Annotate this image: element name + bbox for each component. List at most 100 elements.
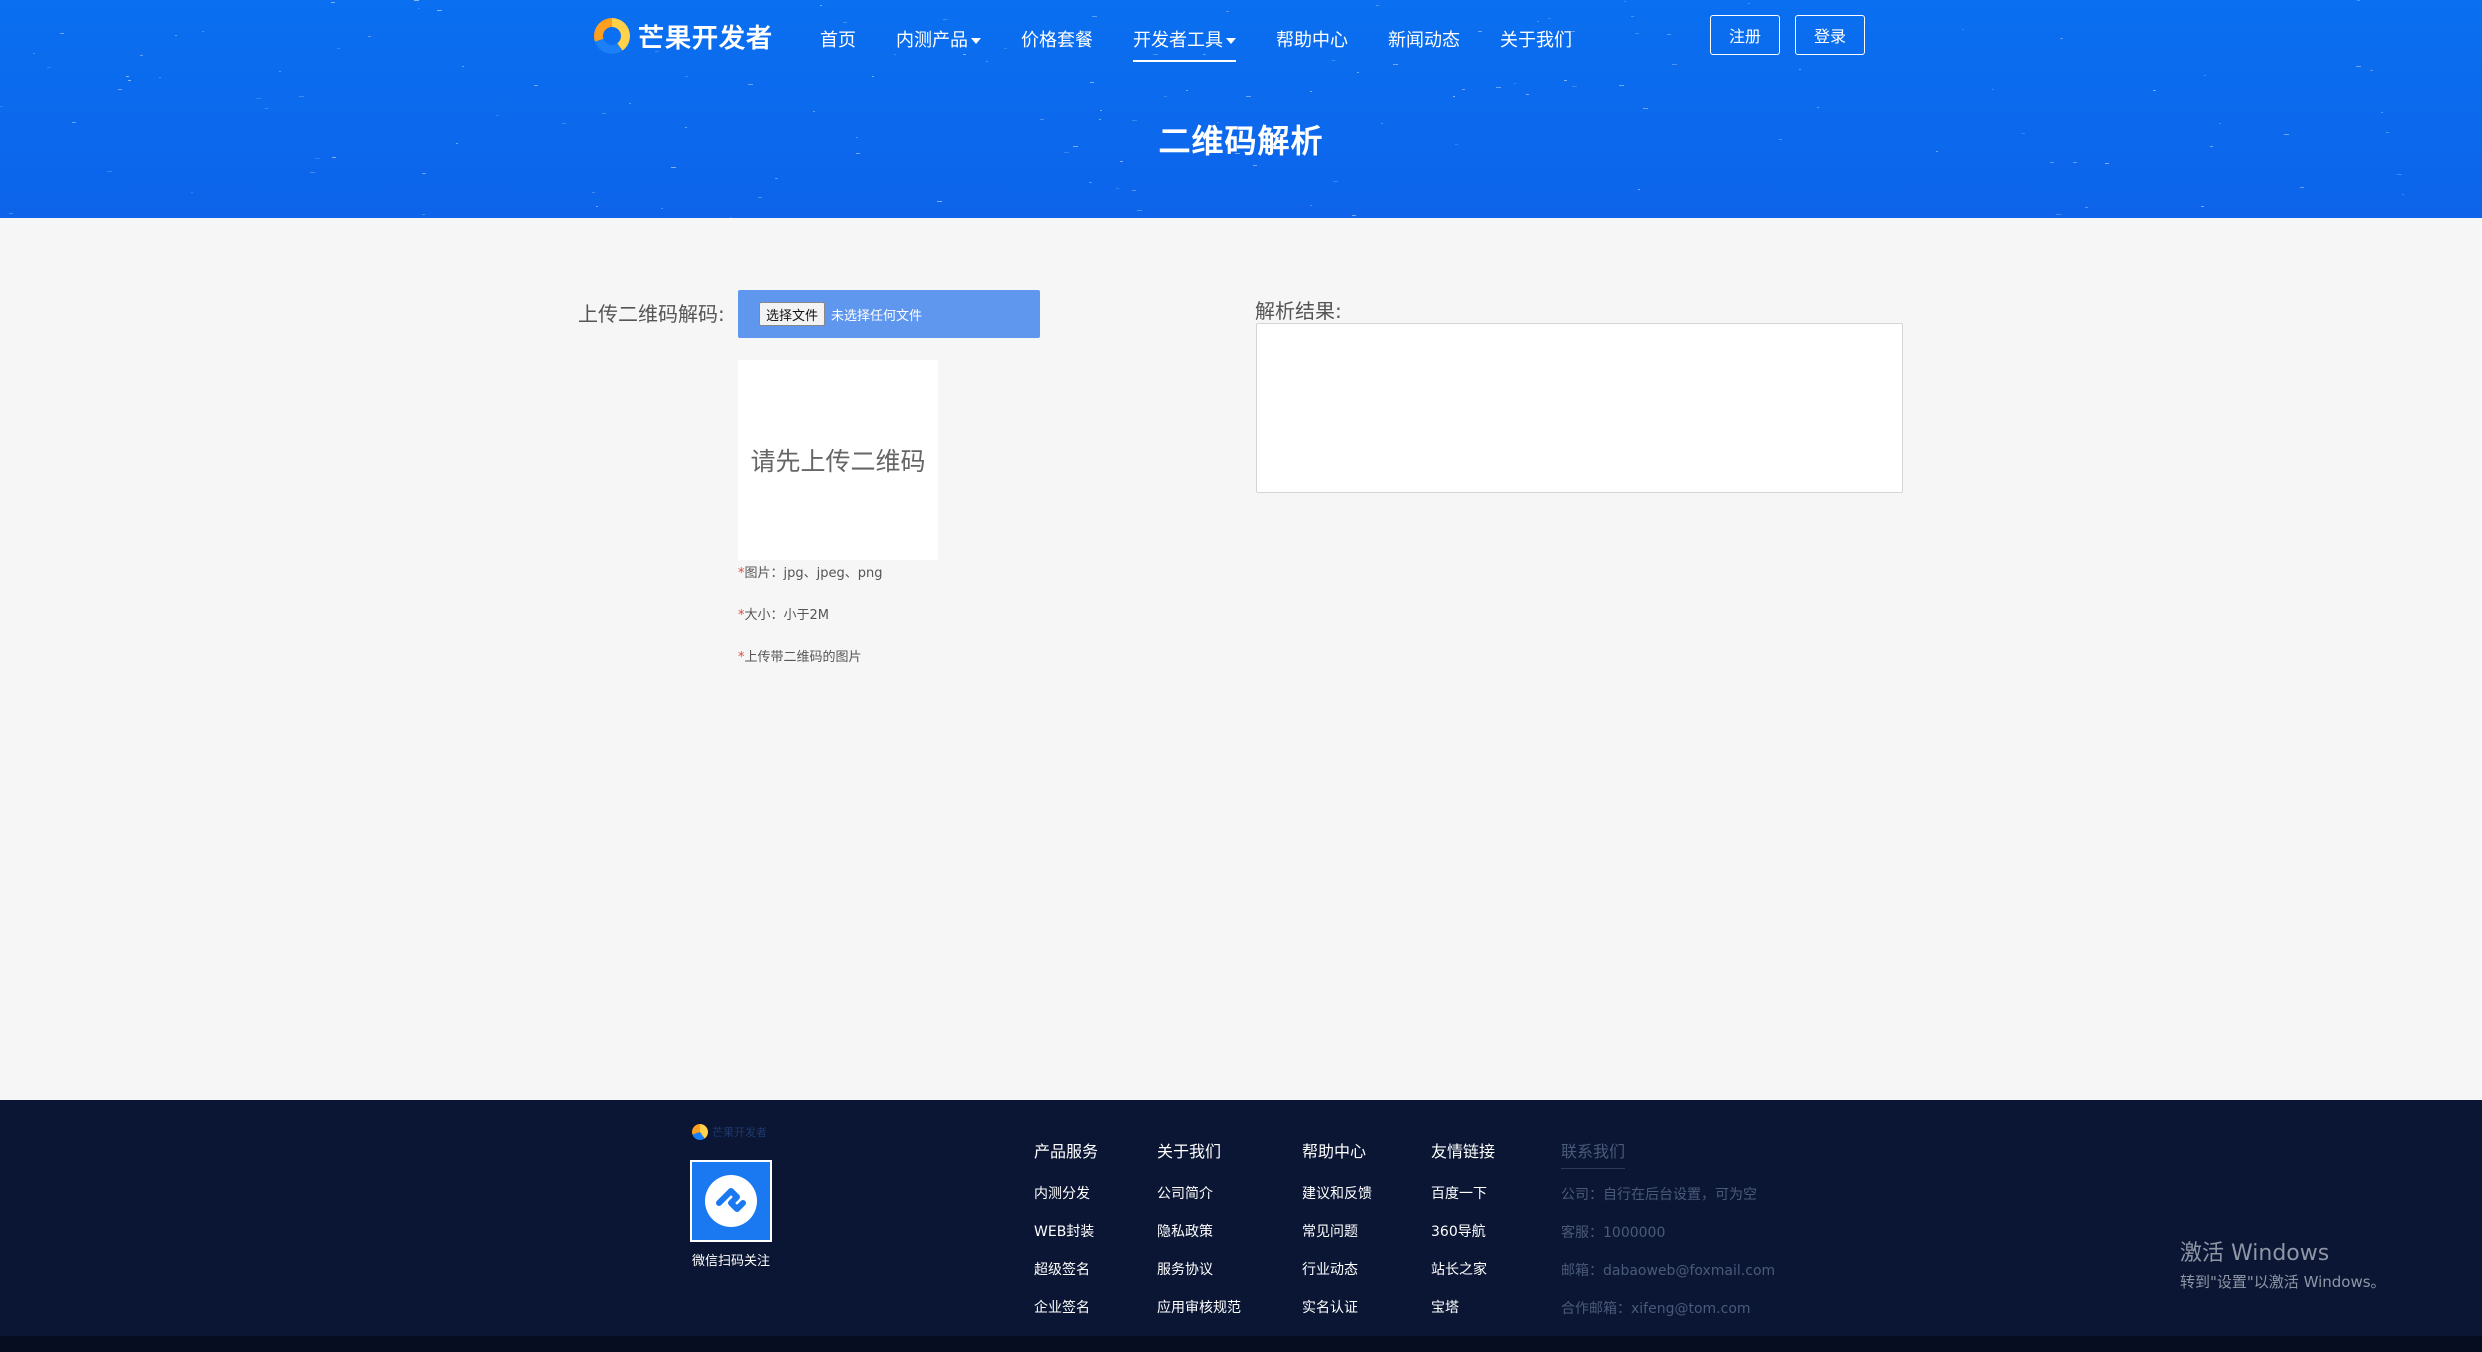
nav-item[interactable]: 价格套餐 [1021,20,1093,58]
footer-link[interactable]: 常见问题 [1302,1224,1372,1262]
footer-link[interactable]: 公司简介 [1157,1186,1241,1224]
upload-label: 上传二维码解码: [578,302,725,326]
register-button[interactable]: 注册 [1710,15,1781,55]
speckle [1453,96,1455,97]
speckle [1100,110,1102,111]
note-size: *大小：小于2M [738,604,829,623]
watermark-subtitle: 转到"设置"以激活 Windows。 [2180,1273,2386,1291]
mango-logo-icon [692,1124,708,1140]
footer-link[interactable]: 服务协议 [1157,1262,1241,1300]
footer-link[interactable]: 企业签名 [1034,1300,1098,1338]
speckle [1638,189,1640,190]
speckle [422,173,426,174]
speckle [2381,112,2383,113]
speckle [1310,205,1312,206]
file-upload-bar[interactable]: 选择文件 未选择任何文件 [738,290,1040,338]
preview-placeholder: 请先上传二维码 [750,447,926,476]
footer-link[interactable]: 百度一下 [1431,1186,1495,1224]
speckle [265,108,268,109]
speckle [2050,162,2054,163]
speckle [596,206,598,207]
contact-line: 客服：1000000 [1561,1225,1666,1241]
nav-item-label: 关于我们 [1500,30,1572,51]
footer-column-title: 友情链接 [1431,1142,1496,1161]
speckle [1253,165,1257,166]
speckle [775,178,778,179]
note-formats: *图片：jpg、jpeg、png [738,562,882,581]
speckle [0,106,3,107]
footer-column-title: 产品服务 [1034,1142,1099,1161]
contact-line: 公司：自行在后台设置，可为空 [1561,1187,1757,1203]
footer-link[interactable]: 行业动态 [1302,1262,1372,1300]
footer-bottom-strip [0,1336,2482,1352]
choose-file-button[interactable]: 选择文件 [759,302,826,326]
footer-link[interactable]: 站长之家 [1431,1262,1495,1300]
page-title: 二维码解析 [1158,122,1324,160]
caret-down-icon [971,38,981,44]
header-hero: 芒果开发者 首页 内测产品 价格套餐 开发者工具 帮助中心 新闻动态 关于我们 注册 登录 … [0,0,2482,218]
speckle [661,208,663,209]
speckle [1514,83,1516,84]
speckle [534,85,538,86]
speckle [1817,107,1819,108]
speckle [299,96,304,97]
speckle [602,113,606,114]
qr-preview: 请先上传二维码 [738,360,938,560]
footer-link[interactable]: 内测分发 [1034,1186,1098,1224]
speckle [2153,90,2156,91]
speckle [2402,194,2404,195]
footer-logo: 芒果开发者 [692,1124,767,1140]
login-button[interactable]: 登录 [1795,15,1866,55]
footer-column: 友情链接百度一下 360导航 站长之家 宝塔 [1431,1138,1495,1338]
nav-item[interactable]: 首页 [820,20,856,58]
nav-item-label: 帮助中心 [1276,30,1348,51]
footer-column-title: 帮助中心 [1302,1142,1367,1161]
speckle [813,111,815,112]
speckle [2073,162,2077,163]
speckle [1310,91,1312,92]
speckle [1572,86,1577,87]
top-nav: 芒果开发者 首页 内测产品 价格套餐 开发者工具 帮助中心 新闻动态 关于我们 注册 登录 [0,0,2482,75]
speckle [107,171,112,172]
nav-item[interactable]: 关于我们 [1500,20,1572,58]
speckle [629,103,631,104]
speckle [1116,188,1119,189]
speckle [2300,187,2304,188]
footer-link[interactable]: 隐私政策 [1157,1224,1241,1262]
footer-link[interactable]: 宝塔 [1431,1300,1495,1338]
main-menu: 首页 内测产品 价格套餐 开发者工具 帮助中心 新闻动态 关于我们 [820,20,1612,62]
caret-down-icon [1226,38,1236,44]
nav-item[interactable]: 帮助中心 [1276,20,1348,58]
speckle [1333,181,1338,182]
nav-item[interactable]: 新闻动态 [1388,20,1460,58]
site-logo[interactable]: 芒果开发者 [594,16,773,56]
speckle [1090,82,1094,83]
footer-link[interactable]: 建议和反馈 [1302,1186,1372,1224]
speckle [1352,215,1356,216]
speckle [128,80,131,81]
speckle [1526,94,1529,95]
speckle [1462,89,1465,90]
nav-item[interactable]: 内测产品 [896,20,981,58]
contact-line: 邮箱：dabaoweb@foxmail.com [1561,1263,1776,1279]
footer-link[interactable]: 超级签名 [1034,1262,1098,1300]
windows-activation-watermark: 激活 Windows 转到"设置"以激活 Windows。 [2180,1235,2386,1292]
nav-item-label: 内测产品 [896,30,968,51]
speckle [422,214,425,215]
footer-column-title: 关于我们 [1157,1142,1222,1161]
footer-link[interactable]: 实名认证 [1302,1300,1372,1338]
speckle [256,98,261,99]
nav-item[interactable]: 开发者工具 [1133,20,1236,62]
footer-link[interactable]: 应用审核规范 [1157,1300,1241,1338]
watermark-title: 激活 Windows [2180,1241,2330,1266]
footer-link[interactable]: 360导航 [1431,1224,1495,1262]
footer-column: 产品服务内测分发 WEB封装 超级签名 企业签名 [1034,1138,1098,1338]
nav-item-label: 首页 [820,30,856,51]
speckle [730,217,732,218]
footer-link[interactable]: WEB封装 [1034,1224,1098,1262]
speckle [2201,206,2204,207]
result-textarea[interactable] [1256,323,1903,493]
mango-logo-icon [594,18,630,54]
speckle [310,172,315,173]
file-status-text: 未选择任何文件 [831,308,923,324]
